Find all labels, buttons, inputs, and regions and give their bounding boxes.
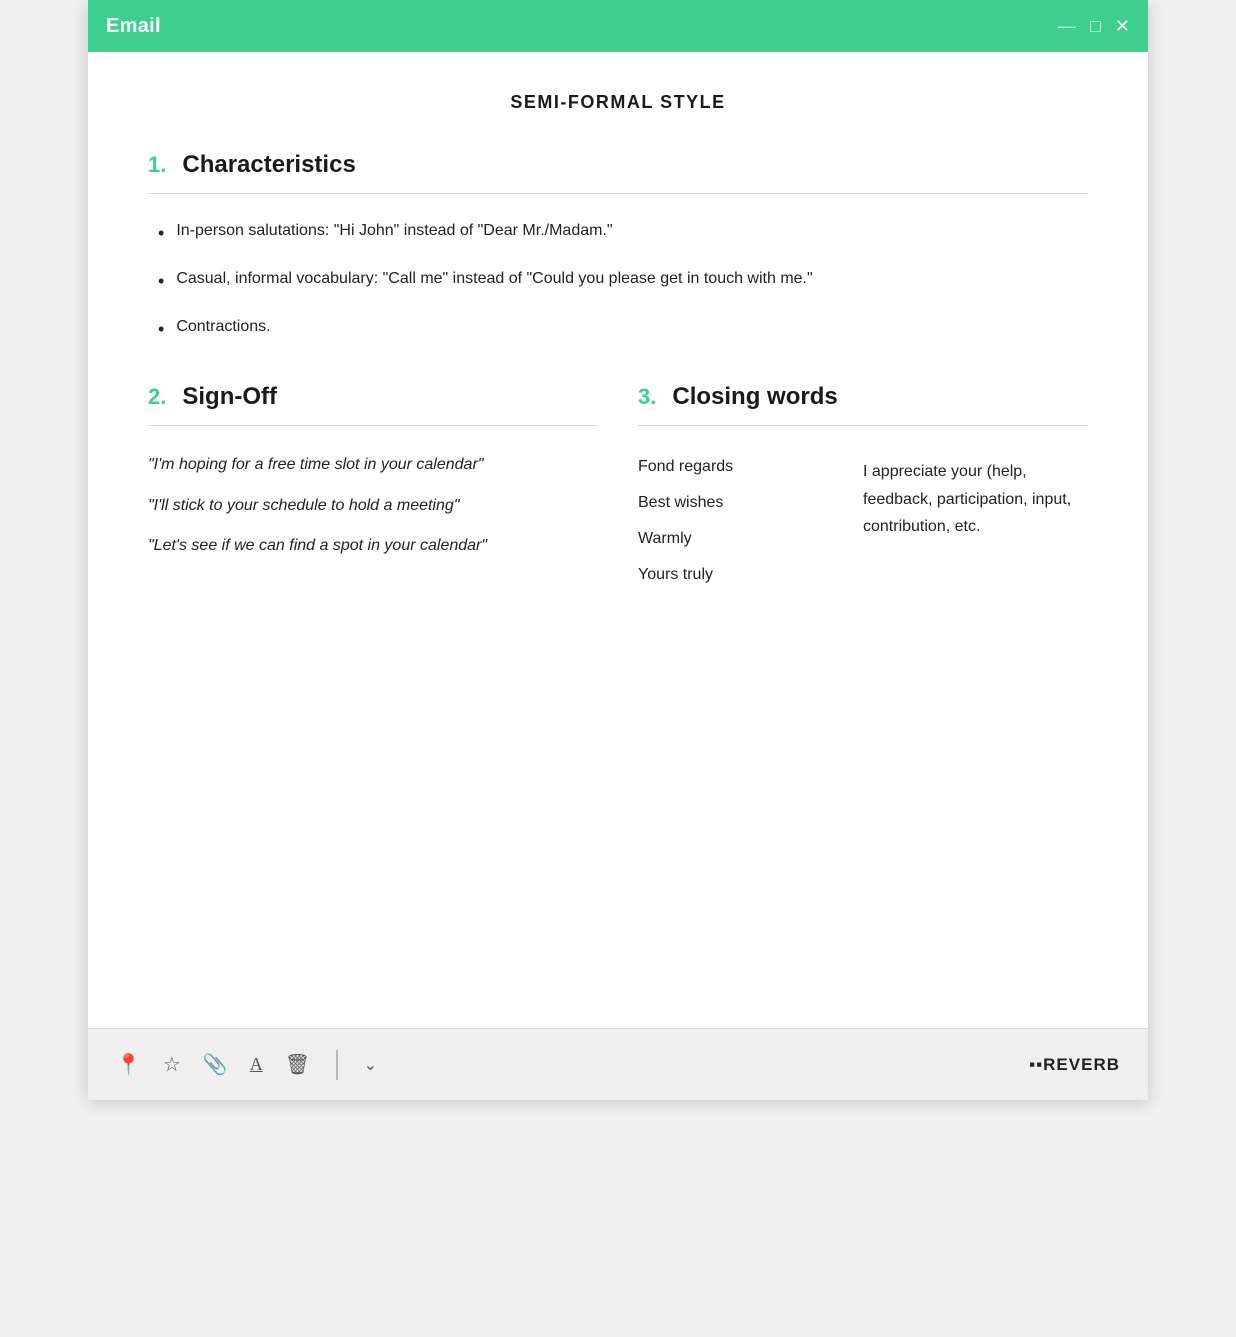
closing-word-3: Warmly	[638, 530, 863, 548]
section3-divider	[638, 425, 1088, 426]
quote-1: "I'm hoping for a free time slot in your…	[148, 450, 598, 480]
closing-word-1: Fond regards	[638, 458, 863, 476]
characteristics-list: • In-person salutations: "Hi John" inste…	[148, 218, 1088, 343]
section2-number: 2.	[148, 384, 166, 410]
trash-icon[interactable]: 🗑	[285, 1052, 310, 1077]
closing-words-grid: Fond regards Best wishes Warmly Yours tr…	[638, 450, 1088, 584]
section2: 2. Sign-Off "I'm hoping for a free time …	[148, 383, 598, 584]
list-item: • Casual, informal vocabulary: "Call me"…	[158, 266, 1088, 296]
closing-words-list: Fond regards Best wishes Warmly Yours tr…	[638, 450, 863, 584]
section1-title: Characteristics	[182, 151, 355, 179]
quote-3: "Let's see if we can find a spot in your…	[148, 531, 598, 561]
closing-description: I appreciate your (help, feedback, parti…	[863, 450, 1088, 584]
window-title: Email	[106, 15, 161, 38]
bullet-text: Casual, informal vocabulary: "Call me" i…	[176, 266, 812, 292]
window-controls: — □ ✕	[1058, 17, 1130, 35]
minimize-button[interactable]: —	[1058, 17, 1076, 35]
section3-number: 3.	[638, 384, 656, 410]
section1-header: 1. Characteristics	[148, 151, 1088, 179]
bullet-icon: •	[158, 267, 164, 296]
toolbar-divider	[336, 1050, 338, 1080]
star-icon[interactable]: ☆	[163, 1052, 181, 1077]
section2-header: 2. Sign-Off	[148, 383, 598, 411]
main-content: SEMI-FORMAL STYLE 1. Characteristics • I…	[88, 52, 1148, 1028]
maximize-button[interactable]: □	[1090, 17, 1101, 35]
location-icon[interactable]: 📍	[116, 1052, 141, 1077]
closing-word-4: Yours truly	[638, 566, 863, 584]
section2-divider	[148, 425, 598, 426]
section1-divider	[148, 193, 1088, 194]
section3-title: Closing words	[672, 383, 837, 411]
list-item: • Contractions.	[158, 314, 1088, 344]
close-button[interactable]: ✕	[1115, 17, 1130, 35]
sign-off-quotes: "I'm hoping for a free time slot in your…	[148, 450, 598, 561]
list-item: • In-person salutations: "Hi John" inste…	[158, 218, 1088, 248]
bullet-icon: •	[158, 219, 164, 248]
section3: 3. Closing words Fond regards Best wishe…	[638, 383, 1088, 584]
page-title: SEMI-FORMAL STYLE	[148, 92, 1088, 113]
bullet-text: In-person salutations: "Hi John" instead…	[176, 218, 612, 244]
toolbar: 📍 ☆ 📎 A 🗑 ⌄ ▪▪REVERB	[88, 1028, 1148, 1100]
closing-word-2: Best wishes	[638, 494, 863, 512]
bullet-icon: •	[158, 315, 164, 344]
app-window: Email — □ ✕ SEMI-FORMAL STYLE 1. Charact…	[88, 0, 1148, 1100]
section1-number: 1.	[148, 152, 166, 178]
reverb-logo: ▪▪REVERB	[1029, 1053, 1120, 1076]
quote-2: "I'll stick to your schedule to hold a m…	[148, 491, 598, 521]
two-column-grid: 2. Sign-Off "I'm hoping for a free time …	[148, 383, 1088, 584]
paperclip-icon[interactable]: 📎	[203, 1052, 228, 1077]
bullet-text: Contractions.	[176, 314, 270, 340]
toolbar-left: 📍 ☆ 📎 A 🗑 ⌄	[116, 1050, 377, 1080]
section3-header: 3. Closing words	[638, 383, 1088, 411]
section2-title: Sign-Off	[182, 383, 277, 411]
titlebar: Email — □ ✕	[88, 0, 1148, 52]
text-format-icon[interactable]: A	[250, 1054, 263, 1075]
chevron-down-icon[interactable]: ⌄	[364, 1055, 377, 1075]
